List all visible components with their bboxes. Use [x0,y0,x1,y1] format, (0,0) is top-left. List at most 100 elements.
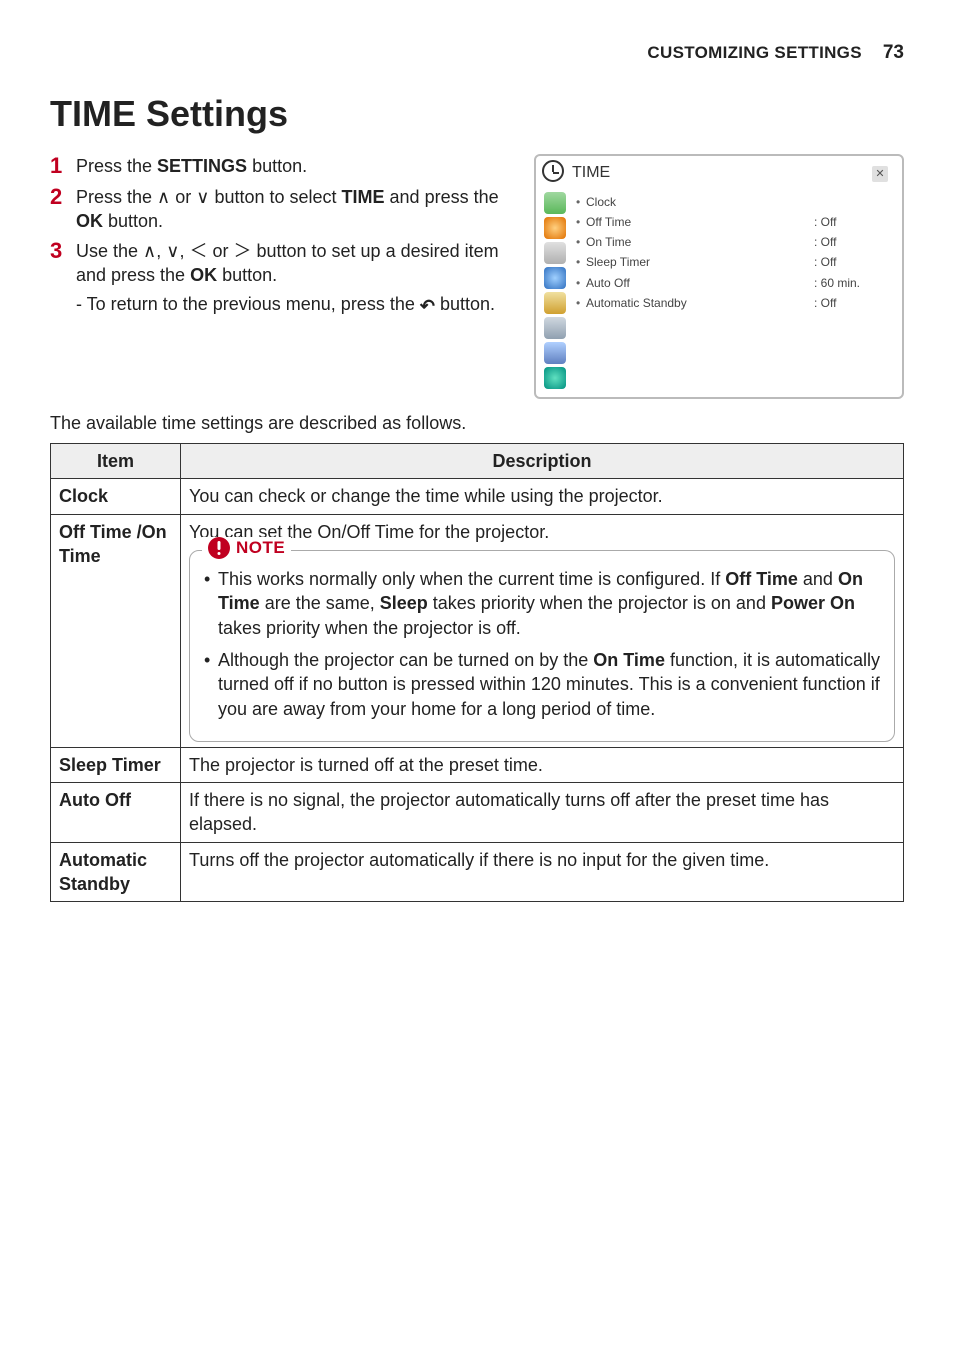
note-label: NOTE [236,537,285,560]
menu-item-label: Auto Off [586,275,814,291]
row-label-offon: Off Time /On Time [51,514,181,747]
left-icon: ＜ [189,241,207,261]
menu-item-value: : Off [814,234,894,250]
offtime-keyword: Off Time [725,569,798,589]
row-label-autostby: Automatic Standby [51,842,181,902]
menu-cat-icon[interactable] [544,192,566,214]
page-header: CUSTOMIZING SETTINGS 73 [50,40,904,66]
table-row: Off Time /On Time You can set the On/Off… [51,514,904,747]
page-number: 73 [883,42,904,63]
row-desc-clock: You can check or change the time while u… [181,479,904,514]
note-box: NOTE This works normally only when the c… [189,550,895,742]
time-menu-preview: TIME ✕ •Clock •Off Time: Off •On Time: O… [534,154,904,399]
menu-sidebar-icons [544,192,568,389]
menu-item-offtime[interactable]: •Off Time: Off [576,212,894,232]
menu-cat-icon[interactable] [544,367,566,389]
menu-item-autostandby[interactable]: •Automatic Standby: Off [576,293,894,313]
row-desc-autooff: If there is no signal, the projector aut… [181,783,904,843]
up-icon: ∧ [143,241,156,261]
note-text: takes priority when the projector is on … [428,593,771,613]
step-number: 2 [50,185,68,234]
step-text: or [170,187,196,207]
sep: , [179,241,189,261]
offon-lead: You can set the On/Off Time for the proj… [189,520,895,544]
note-text: Although the projector can be turned on … [218,650,593,670]
menu-item-autooff[interactable]: •Auto Off: 60 min. [576,273,894,293]
time-keyword: TIME [342,187,385,207]
col-item: Item [51,444,181,479]
menu-item-value: : Off [814,295,894,311]
table-row: Sleep Timer The projector is turned off … [51,747,904,782]
sep: , [156,241,166,261]
step-2: 2 Press the ∧ or ∨ button to select TIME… [50,185,524,234]
table-row: Auto Off If there is no signal, the proj… [51,783,904,843]
step-number: 1 [50,154,68,178]
ontime-keyword: On Time [593,650,665,670]
row-desc-offon: You can set the On/Off Time for the proj… [181,514,904,747]
step-text: button. [217,265,277,285]
step-number: 3 [50,239,68,316]
steps-list: 1 Press the SETTINGS button. 2 Press the… [50,154,524,322]
menu-cat-icon[interactable] [544,317,566,339]
menu-item-label: Clock [586,194,814,210]
row-desc-sleep: The projector is turned off at the prese… [181,747,904,782]
note-item: This works normally only when the curren… [202,567,882,640]
menu-item-label: Automatic Standby [586,295,814,311]
section-label: CUSTOMIZING SETTINGS [647,43,861,62]
menu-item-value: : 60 min. [814,275,894,291]
note-text: This works normally only when the curren… [218,569,725,589]
right-icon: ＞ [233,241,251,261]
menu-item-value: : Off [814,214,894,230]
note-text: are the same, [260,593,380,613]
poweron-keyword: Power On [771,593,855,613]
note-text: and [798,569,838,589]
step-text: Use the [76,241,143,261]
menu-item-value [814,194,894,210]
up-icon: ∧ [157,187,170,207]
ok-keyword: OK [190,265,217,285]
down-icon: ∨ [166,241,179,261]
ok-keyword: OK [76,211,103,231]
menu-item-clock[interactable]: •Clock [576,192,894,212]
step-text: button to select [209,187,341,207]
sleep-keyword: Sleep [380,593,428,613]
row-desc-autostby: Turns off the projector automatically if… [181,842,904,902]
table-row: Clock You can check or change the time w… [51,479,904,514]
close-icon[interactable]: ✕ [872,166,888,182]
step-3: 3 Use the ∧, ∨, ＜ or ＞ button to set up … [50,239,524,316]
menu-items: •Clock •Off Time: Off •On Time: Off •Sle… [576,192,894,389]
step-subtext: button. [435,294,495,314]
menu-item-label: On Time [586,234,814,250]
menu-cat-icon[interactable] [544,342,566,364]
step-text: Press the [76,187,157,207]
down-icon: ∨ [196,187,209,207]
step-text: button. [103,211,163,231]
settings-table: Item Description Clock You can check or … [50,443,904,902]
menu-item-value: : Off [814,254,894,270]
note-icon [208,537,230,559]
menu-item-ontime[interactable]: •On Time: Off [576,232,894,252]
note-item: Although the projector can be turned on … [202,648,882,721]
menu-cat-icon[interactable] [544,292,566,314]
menu-cat-icon[interactable] [544,242,566,264]
clock-icon [542,160,564,182]
menu-title: TIME [572,162,610,184]
table-row: Automatic Standby Turns off the projecto… [51,842,904,902]
step-1: 1 Press the SETTINGS button. [50,154,524,178]
step-text: Press the [76,156,157,176]
row-label-sleep: Sleep Timer [51,747,181,782]
menu-item-sleeptimer[interactable]: •Sleep Timer: Off [576,252,894,272]
sep: or [207,241,233,261]
settings-keyword: SETTINGS [157,156,247,176]
menu-item-label: Off Time [586,214,814,230]
menu-cat-icon[interactable] [544,267,566,289]
step-text: button. [247,156,307,176]
step-text: and press the [385,187,499,207]
note-text: takes priority when the projector is off… [218,618,521,638]
intro-text: The available time settings are describe… [50,411,904,435]
menu-cat-icon[interactable] [544,217,566,239]
back-icon: ↶ [420,294,435,318]
page-title: TIME Settings [50,90,904,139]
row-label-autooff: Auto Off [51,783,181,843]
row-label-clock: Clock [51,479,181,514]
